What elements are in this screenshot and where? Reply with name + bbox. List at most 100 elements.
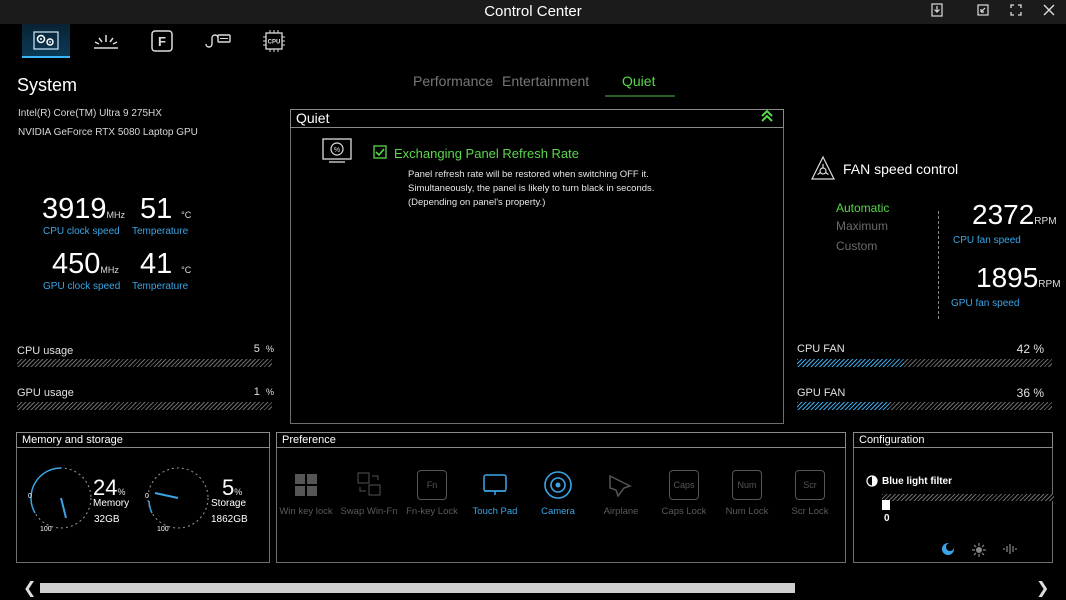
storage-size: 1862GB bbox=[211, 514, 248, 525]
memory-size: 32GB bbox=[94, 514, 120, 525]
preference-airplane[interactable]: Airplane bbox=[590, 470, 652, 517]
memory-gauge-min: 0 bbox=[28, 493, 32, 500]
gpu-clock-readout: 450MHz bbox=[52, 248, 119, 281]
tab-performance[interactable]: Performance bbox=[413, 73, 493, 89]
gpu-clock-label: GPU clock speed bbox=[43, 281, 121, 292]
preference-scr-lock[interactable]: Scr Scr Lock bbox=[779, 470, 841, 517]
gpu-temp-value: 41 bbox=[140, 248, 173, 280]
fan-mode-automatic[interactable]: Automatic bbox=[836, 201, 889, 215]
blue-light-icon bbox=[866, 474, 878, 492]
blue-light-slider[interactable] bbox=[882, 494, 1054, 501]
sound-wave-icon[interactable] bbox=[1002, 542, 1020, 561]
blue-light-slider-handle[interactable] bbox=[882, 500, 890, 510]
system-title: System bbox=[17, 75, 78, 95]
nav-cpu[interactable]: CPU bbox=[250, 24, 298, 58]
num-lock-icon: Num bbox=[732, 470, 762, 500]
preference-panel-title: Preference bbox=[276, 432, 846, 448]
maximize-button[interactable] bbox=[1005, 2, 1027, 22]
preference-caps-lock[interactable]: Caps Caps Lock bbox=[653, 470, 715, 517]
nav-usb-devices[interactable] bbox=[194, 24, 242, 58]
scroll-left-icon[interactable]: ❮ bbox=[23, 578, 36, 598]
refresh-rate-icon: % bbox=[321, 137, 353, 170]
memory-label: Memory bbox=[93, 498, 130, 509]
fn-key-icon: Fn bbox=[417, 470, 447, 500]
preference-camera[interactable]: Camera bbox=[527, 470, 589, 517]
nav-system-settings[interactable] bbox=[22, 24, 70, 58]
caps-lock-icon: Caps bbox=[669, 470, 699, 500]
preference-label: Swap Win-Fn bbox=[340, 506, 398, 517]
quiet-panel-header bbox=[290, 109, 784, 128]
preference-fn-key-lock[interactable]: Fn Fn-key Lock bbox=[401, 470, 463, 517]
cpu-clock-readout: 3919MHz bbox=[42, 193, 125, 226]
preference-label: Airplane bbox=[603, 506, 639, 517]
swap-keys-icon bbox=[354, 470, 384, 500]
refresh-rate-title: Exchanging Panel Refresh Rate bbox=[394, 146, 580, 161]
cpu-fan-value: 42 % bbox=[1016, 342, 1044, 356]
refresh-rate-checkbox[interactable] bbox=[373, 145, 387, 164]
gpu-clock-unit: MHz bbox=[100, 265, 119, 275]
svg-text:CPU: CPU bbox=[268, 40, 281, 46]
preference-win-key-lock[interactable]: Win key lock bbox=[275, 470, 337, 517]
app-title: Control Center bbox=[484, 3, 582, 20]
preference-num-lock[interactable]: Num Num Lock bbox=[716, 470, 778, 517]
cpu-rpm-label: CPU fan speed bbox=[953, 235, 1021, 246]
tab-entertainment[interactable]: Entertainment bbox=[502, 73, 589, 89]
cpu-clock-unit: MHz bbox=[106, 210, 126, 220]
cpu-rpm-value: 2372 bbox=[972, 199, 1035, 230]
cpu-fan-bar bbox=[797, 359, 1052, 367]
minimize-button[interactable] bbox=[972, 2, 994, 22]
cpu-temp-readout: 51 °C bbox=[140, 193, 191, 226]
cpu-temp-value: 51 bbox=[140, 193, 173, 225]
brightness-icon[interactable] bbox=[971, 542, 987, 563]
tab-quiet[interactable]: Quiet bbox=[622, 73, 655, 89]
blue-light-value: 0 bbox=[884, 513, 890, 524]
nav-lighting[interactable] bbox=[82, 24, 130, 58]
memory-pct-unit: % bbox=[117, 487, 126, 497]
memory-pct-value: 24 bbox=[93, 475, 118, 500]
fan-mode-maximum[interactable]: Maximum bbox=[836, 219, 888, 233]
configuration-panel-title: Configuration bbox=[853, 432, 1053, 448]
f-key-icon: F bbox=[151, 30, 173, 52]
cpu-clock-value: 3919 bbox=[42, 193, 107, 225]
preference-label: Win key lock bbox=[279, 506, 333, 517]
cpu-usage-unit: % bbox=[265, 344, 274, 354]
fan-mode-custom[interactable]: Custom bbox=[836, 239, 877, 253]
desc-line-3: (Depending on panel's property.) bbox=[408, 197, 546, 208]
storage-gauge bbox=[143, 463, 213, 538]
gpu-name: NVIDIA GeForce RTX 5080 Laptop GPU bbox=[18, 127, 198, 138]
horizontal-scrollbar[interactable] bbox=[40, 583, 795, 593]
desc-line-2: Simultaneously, the panel is likely to t… bbox=[408, 183, 655, 194]
cpu-fan-bar-fill bbox=[797, 359, 905, 367]
preference-label: Touch Pad bbox=[472, 506, 518, 517]
close-button[interactable] bbox=[1038, 2, 1060, 22]
light-icon bbox=[94, 35, 118, 49]
gpu-clock-value: 450 bbox=[52, 248, 101, 280]
scroll-right-icon[interactable]: ❯ bbox=[1036, 578, 1049, 598]
svg-text:%: % bbox=[334, 147, 340, 154]
nav-function-key[interactable]: F bbox=[138, 24, 186, 58]
night-mode-icon[interactable] bbox=[941, 542, 955, 561]
num-lock-icon-glyph: Num bbox=[732, 470, 762, 500]
gpu-rpm-readout: 1895RPM bbox=[976, 262, 1061, 294]
fan-title: FAN speed control bbox=[843, 161, 959, 177]
quiet-panel-title: Quiet bbox=[296, 110, 330, 126]
preference-label: Camera bbox=[541, 506, 575, 517]
gpu-fan-bar bbox=[797, 402, 1052, 410]
gpu-fan-bar-fill bbox=[797, 402, 889, 410]
memory-panel-title: Memory and storage bbox=[16, 432, 270, 448]
collapse-icon[interactable] bbox=[760, 109, 774, 126]
export-icon[interactable] bbox=[926, 2, 948, 22]
preference-label: Fn-key Lock bbox=[406, 506, 458, 517]
preference-touch-pad[interactable]: Touch Pad bbox=[464, 470, 526, 517]
memory-gauge bbox=[26, 463, 96, 538]
gpu-usage-bar bbox=[17, 402, 272, 410]
cpu-rpm-readout: 2372RPM bbox=[972, 199, 1057, 231]
preference-label: Num Lock bbox=[725, 506, 769, 517]
blue-light-label: Blue light filter bbox=[882, 476, 952, 487]
preference-swap-win-fn[interactable]: Swap Win-Fn bbox=[338, 470, 400, 517]
storage-pct-unit: % bbox=[234, 487, 243, 497]
cpu-temp-label: Temperature bbox=[132, 226, 189, 237]
scr-lock-icon: Scr bbox=[795, 470, 825, 500]
gpu-rpm-unit: RPM bbox=[1038, 279, 1061, 290]
gpu-usage-value: 1 % bbox=[230, 386, 274, 398]
